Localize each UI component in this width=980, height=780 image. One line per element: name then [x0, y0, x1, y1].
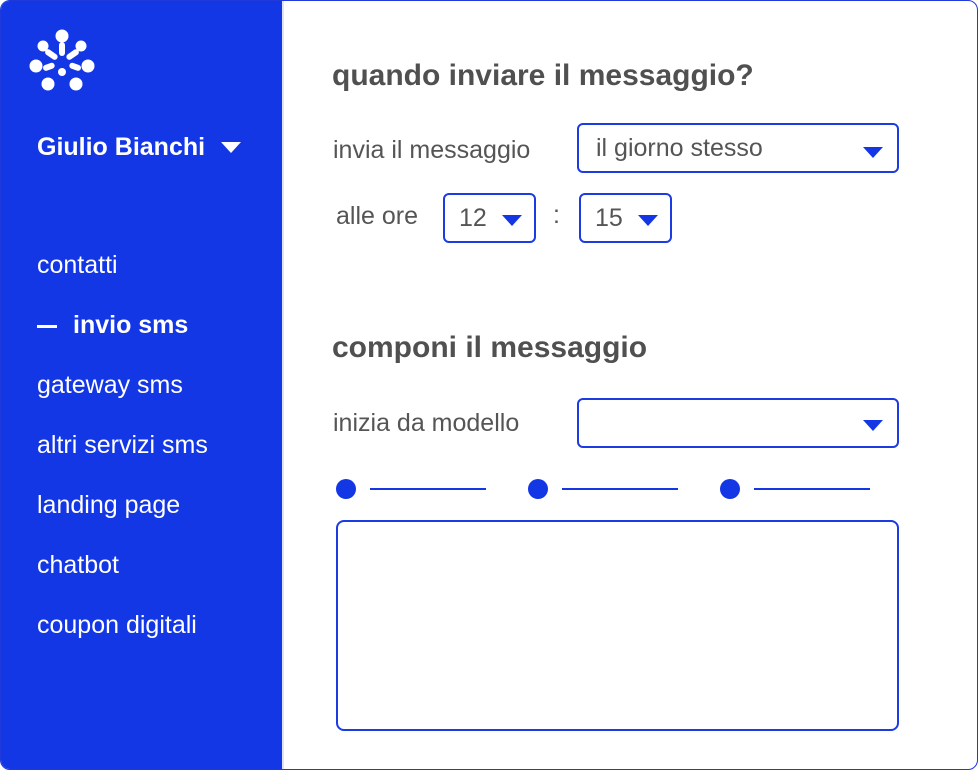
chevron-down-icon: [863, 420, 883, 431]
template-select[interactable]: [577, 398, 899, 448]
sidebar-nav: contatti invio sms gateway sms altri ser…: [37, 251, 208, 671]
send-day-select[interactable]: il giorno stesso: [577, 123, 899, 173]
chevron-down-icon: [638, 215, 658, 226]
minute-select[interactable]: 15: [579, 193, 672, 243]
message-textarea[interactable]: [336, 520, 899, 731]
sidebar: Giulio Bianchi contatti invio sms gatewa…: [1, 1, 282, 769]
template-label: inizia da modello: [333, 409, 520, 437]
time-label: alle ore: [336, 202, 418, 230]
sidebar-item-chatbot[interactable]: chatbot: [37, 551, 208, 611]
dot-icon: [336, 479, 356, 499]
sidebar-item-landing-page[interactable]: landing page: [37, 491, 208, 551]
user-name: Giulio Bianchi: [37, 133, 206, 161]
sidebar-item-label: coupon digitali: [37, 611, 197, 639]
option-line: [754, 488, 870, 490]
sidebar-item-gateway-sms[interactable]: gateway sms: [37, 371, 208, 431]
sidebar-item-invio-sms[interactable]: invio sms: [37, 311, 208, 371]
main-panel: quando inviare il messaggio? invia il me…: [284, 1, 977, 769]
sidebar-item-coupon-digitali[interactable]: coupon digitali: [37, 611, 208, 671]
app-window: Giulio Bianchi contatti invio sms gatewa…: [0, 0, 978, 770]
minute-value: 15: [595, 203, 623, 232]
schedule-title: quando inviare il messaggio?: [332, 59, 754, 92]
send-day-value: il giorno stesso: [596, 133, 763, 162]
hour-select[interactable]: 12: [443, 193, 536, 243]
compose-title: componi il messaggio: [332, 331, 648, 364]
toolbar-option-2[interactable]: [528, 479, 678, 499]
sidebar-item-label: contatti: [37, 251, 118, 279]
dot-icon: [528, 479, 548, 499]
sidebar-item-label: landing page: [37, 491, 181, 519]
option-line: [370, 488, 486, 490]
option-line: [562, 488, 678, 490]
format-toolbar: [336, 479, 876, 499]
user-menu[interactable]: Giulio Bianchi: [37, 133, 242, 162]
hour-value: 12: [459, 203, 487, 232]
sidebar-item-contatti[interactable]: contatti: [37, 251, 208, 311]
flower-logo-icon: [29, 29, 95, 91]
dot-icon: [720, 479, 740, 499]
time-separator: :: [553, 201, 560, 229]
sidebar-item-label: chatbot: [37, 551, 120, 579]
caret-down-icon: [221, 142, 242, 153]
toolbar-option-1[interactable]: [336, 479, 486, 499]
sidebar-item-label: gateway sms: [37, 371, 183, 399]
toolbar-option-3[interactable]: [720, 479, 870, 499]
chevron-down-icon: [863, 147, 883, 158]
sidebar-item-label: altri servizi sms: [37, 431, 208, 459]
sidebar-item-altri-servizi-sms[interactable]: altri servizi sms: [37, 431, 208, 491]
send-label: invia il messaggio: [333, 136, 531, 164]
sidebar-item-label: invio sms: [73, 311, 189, 339]
chevron-down-icon: [502, 215, 522, 226]
active-indicator-icon: [37, 325, 57, 328]
